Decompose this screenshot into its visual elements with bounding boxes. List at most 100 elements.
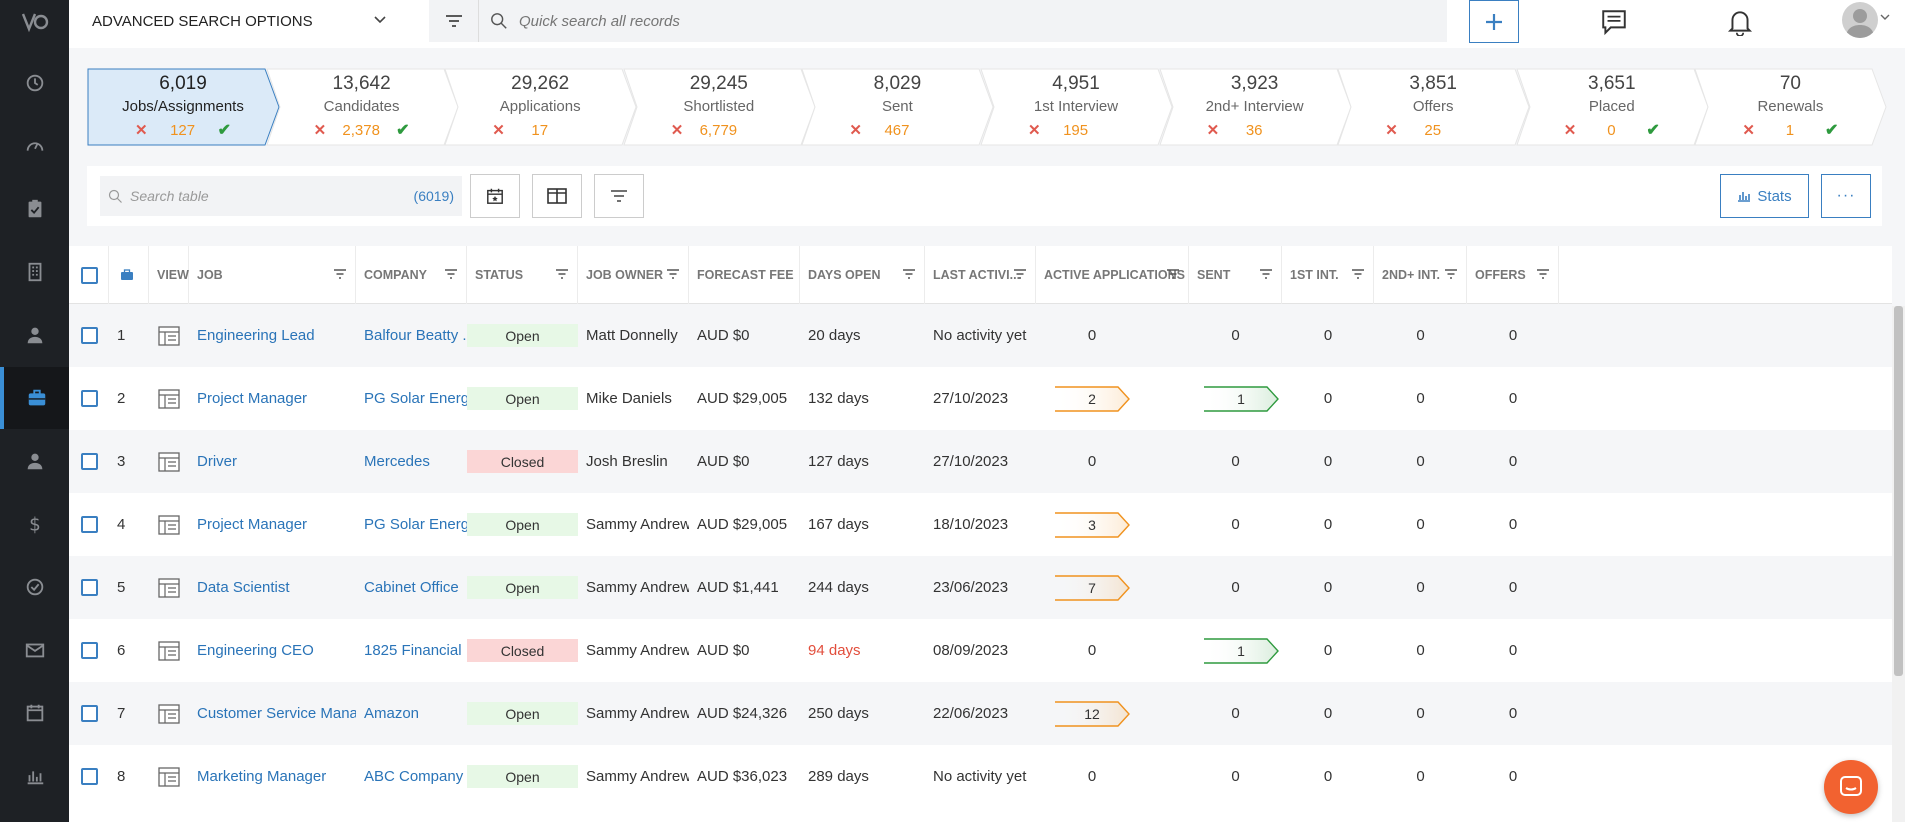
column-header-int1[interactable]: 1ST INT.	[1282, 246, 1374, 304]
sort-filter-icon[interactable]	[1444, 267, 1458, 281]
building-icon[interactable]	[0, 241, 69, 303]
close-icon[interactable]: ✕	[492, 121, 505, 139]
table-search[interactable]: Search table (6019)	[100, 176, 462, 216]
job-title[interactable]: Customer Service Manager	[197, 705, 356, 722]
close-icon[interactable]: ✕	[1028, 121, 1041, 139]
sort-filter-icon[interactable]	[666, 267, 680, 281]
view-record-button[interactable]	[149, 367, 189, 430]
active-applications-cell[interactable]: 2	[1036, 367, 1189, 430]
check-icon[interactable]: ✔	[218, 120, 231, 140]
table-row[interactable]: 8 Marketing Manager ABC Company Open Sammy A…	[69, 745, 1892, 808]
row-checkbox[interactable]	[69, 619, 109, 682]
column-header-owner[interactable]: JOB OWNER	[578, 246, 689, 304]
scrollbar-thumb[interactable]	[1894, 306, 1903, 676]
sent-cell[interactable]: 0	[1189, 745, 1282, 808]
bar-chart-icon[interactable]	[0, 745, 69, 807]
active-applications-chip[interactable]: 2	[1054, 385, 1130, 412]
stats-button[interactable]: Stats	[1720, 174, 1809, 218]
view-record-button[interactable]	[149, 430, 189, 493]
add-button[interactable]	[1469, 0, 1519, 43]
active-applications-cell[interactable]: 3	[1036, 493, 1189, 556]
sort-filter-icon[interactable]	[1013, 267, 1027, 281]
view-record-button[interactable]	[149, 556, 189, 619]
checkbox[interactable]	[81, 327, 98, 344]
company-name[interactable]: ABC Company	[364, 768, 463, 785]
column-header-status[interactable]: STATUS	[467, 246, 578, 304]
table-row[interactable]: 1 Engineering Lead Balfour Beatty ... Open M…	[69, 304, 1892, 367]
active-applications-cell[interactable]: 0	[1036, 745, 1189, 808]
job-link[interactable]: Marketing Manager	[189, 745, 356, 808]
sort-filter-icon[interactable]	[1351, 267, 1365, 281]
vertical-scrollbar[interactable]	[1892, 306, 1905, 822]
sort-filter-icon[interactable]	[444, 267, 458, 281]
checkbox[interactable]	[81, 516, 98, 533]
pipeline-stage-sent[interactable]: 8,029Sent✕467✔	[801, 68, 994, 148]
row-checkbox[interactable]	[69, 682, 109, 745]
pipeline-stage-placed[interactable]: 3,651 Placed ✕ 0 ✔	[1516, 68, 1709, 148]
sort-filter-icon[interactable]	[555, 267, 569, 281]
checkbox[interactable]	[81, 642, 98, 659]
column-header-apps[interactable]: ACTIVE APPLICATIONS	[1036, 246, 1189, 304]
view-record-button[interactable]	[149, 619, 189, 682]
pipeline-sub-count[interactable]: 25	[1408, 122, 1458, 139]
pipeline-stage-2nd-interview[interactable]: 3,9232nd+ Interview✕36✔	[1158, 68, 1352, 148]
job-link[interactable]: Engineering CEO	[189, 619, 356, 682]
filter-icon[interactable]	[429, 0, 479, 42]
job-link[interactable]: Driver	[189, 430, 356, 493]
active-applications-chip[interactable]: 3	[1054, 511, 1130, 538]
job-title[interactable]: Engineering CEO	[197, 642, 314, 659]
pipeline-stage-1st-interview[interactable]: 4,9511st Interview✕195✔	[980, 68, 1173, 148]
column-header-fee[interactable]: FORECAST FEE	[689, 246, 800, 304]
logo-icon[interactable]	[0, 0, 69, 44]
close-icon[interactable]: ✕	[1207, 121, 1220, 139]
column-header-last[interactable]: LAST ACTIVI...	[925, 246, 1036, 304]
table-filter-button[interactable]	[594, 174, 644, 218]
column-header-company[interactable]: COMPANY	[356, 246, 467, 304]
sort-filter-icon[interactable]	[1166, 267, 1180, 281]
table-row[interactable]: 4 Project Manager PG Solar Energy Open Sammy…	[69, 493, 1892, 556]
row-checkbox[interactable]	[69, 745, 109, 808]
job-link[interactable]: Customer Service Manager	[189, 682, 356, 745]
view-record-button[interactable]	[149, 745, 189, 808]
clipboard-icon[interactable]	[0, 178, 69, 240]
sent-cell[interactable]: 0	[1189, 682, 1282, 745]
checkbox[interactable]	[81, 579, 98, 596]
company-link[interactable]: 1825 Financial ...	[356, 619, 467, 682]
row-checkbox[interactable]	[69, 493, 109, 556]
active-applications-cell[interactable]: 0	[1036, 430, 1189, 493]
pipeline-stage-offers[interactable]: 3,851Offers✕25✔	[1337, 68, 1530, 148]
sent-chip[interactable]: 1	[1203, 637, 1279, 664]
checkbox[interactable]	[81, 266, 98, 284]
pipeline-sub-count[interactable]: 0	[1586, 122, 1636, 139]
pipeline-stage-shortlisted[interactable]: 29,245Shortlisted✕6,779✔	[623, 68, 816, 148]
job-title[interactable]: Marketing Manager	[197, 768, 326, 785]
job-type-header[interactable]	[109, 246, 149, 304]
pipeline-stage-applications[interactable]: 29,262Applications✕17✔	[444, 68, 637, 148]
close-icon[interactable]: ✕	[1385, 121, 1398, 139]
company-name[interactable]: PG Solar Energy	[364, 516, 467, 533]
pipeline-sub-count[interactable]: 467	[872, 122, 922, 139]
sent-cell[interactable]: 0	[1189, 304, 1282, 367]
person-icon[interactable]	[0, 430, 69, 492]
job-title[interactable]: Project Manager	[197, 390, 307, 407]
checkbox[interactable]	[81, 705, 98, 722]
close-icon[interactable]: ✕	[1742, 121, 1755, 139]
job-title[interactable]: Engineering Lead	[197, 327, 315, 344]
active-applications-cell[interactable]: 12	[1036, 682, 1189, 745]
company-link[interactable]: Balfour Beatty ...	[356, 304, 467, 367]
pipeline-sub-count[interactable]: 195	[1051, 122, 1101, 139]
sent-chip[interactable]: 1	[1203, 385, 1279, 412]
pipeline-sub-count[interactable]: 127	[158, 122, 208, 139]
view-record-button[interactable]	[149, 493, 189, 556]
company-link[interactable]: Amazon	[356, 682, 467, 745]
pipeline-stage-renewals[interactable]: 70 Renewals ✕ 1 ✔	[1694, 68, 1887, 148]
close-icon[interactable]: ✕	[135, 121, 148, 139]
pipeline-sub-count[interactable]: 17	[515, 122, 565, 139]
select-all-checkbox[interactable]	[69, 246, 109, 304]
checkbox[interactable]	[81, 390, 98, 407]
company-link[interactable]: ABC Company	[356, 745, 467, 808]
sort-filter-icon[interactable]	[333, 267, 347, 281]
columns-button[interactable]	[532, 174, 582, 218]
table-row[interactable]: 2 Project Manager PG Solar Energy Open Mike …	[69, 367, 1892, 430]
company-link[interactable]: PG Solar Energy	[356, 493, 467, 556]
